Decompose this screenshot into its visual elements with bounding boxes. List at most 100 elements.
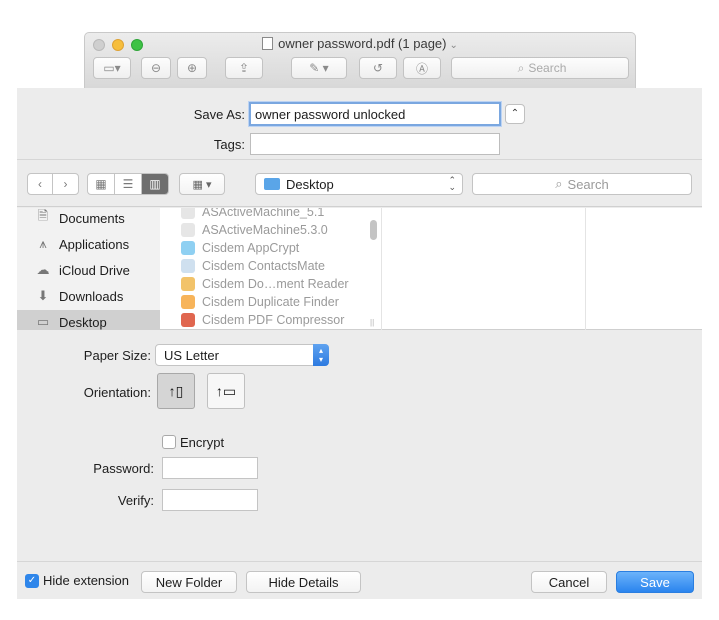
window-title-text: owner password.pdf (1 page) [278, 36, 447, 51]
cloud-icon: ☁ [36, 262, 50, 277]
save-sheet: Save As: owner password unlocked ⌃ Tags:… [17, 88, 702, 599]
back-button[interactable]: ‹ [28, 174, 53, 194]
browser-search-field[interactable]: ⌕ Search [472, 173, 692, 195]
file-name: Cisdem PDF Compressor [202, 313, 345, 327]
sidebar-item-documents[interactable]: 🗎 Documents [17, 208, 160, 230]
file-name: ASActiveMachine5.3.0 [202, 223, 328, 237]
column-view-button[interactable]: ▥ [142, 174, 168, 194]
markup-toolbar-button[interactable]: Ⓐ [403, 57, 441, 79]
sidebar-item-label: iCloud Drive [59, 262, 130, 278]
save-button[interactable]: Save [616, 571, 694, 593]
desktop-icon: ▭ [36, 314, 50, 329]
list-item[interactable]: ASActiveMachine_5.1 [181, 208, 324, 221]
sidebar-item-label: Applications [59, 236, 130, 252]
list-item[interactable]: ASActiveMachine5.3.0 [181, 221, 328, 239]
list-item[interactable]: Cisdem AppCrypt [181, 239, 299, 257]
tags-input[interactable] [250, 133, 500, 155]
list-item[interactable]: Cisdem ContactsMate [181, 257, 325, 275]
toolbar-search-placeholder: Search [528, 61, 567, 75]
sidebar-item-label: Desktop [59, 314, 107, 330]
app-icon [181, 277, 195, 291]
pdf-options: Paper Size: US Letter ▴ ▾ Orientation: ↑▯… [17, 331, 702, 561]
icon-view-button[interactable]: ▦ [88, 174, 115, 194]
encrypt-label: Encrypt [180, 435, 225, 450]
forward-button[interactable]: › [53, 174, 78, 194]
app-icon [181, 295, 195, 309]
download-icon: ⬇ [37, 288, 49, 303]
grid-group-icon: ▦ ▾ [192, 178, 212, 191]
paper-size-popup[interactable]: US Letter ▴ ▾ [155, 344, 329, 366]
bottom-bar: ✓ Hide extension New Folder Hide Details… [17, 561, 702, 599]
file-browser: 🗎 Documents ⩚ Applications ☁ iCloud Drive ⬇… [17, 208, 702, 330]
chevron-up-icon: ⌃ [510, 108, 520, 119]
portrait-icon: ↑▯ [168, 382, 184, 399]
window-title[interactable]: owner password.pdf (1 page) ⌄ [85, 36, 635, 51]
paper-size-value: US Letter [164, 347, 219, 363]
orientation-label: Orientation: [83, 385, 151, 400]
sidebar-item-label: Documents [59, 210, 125, 226]
empty-column [383, 208, 586, 330]
zoom-in-button[interactable]: ⊕ [177, 57, 207, 79]
encrypt-checkbox[interactable] [162, 435, 176, 449]
folder-icon [264, 178, 280, 190]
navigation-bar: ‹ › ▦ ☰ ▥ ▦ ▾ Desktop ⌃ ⌄ ⌕ Search [17, 161, 702, 207]
app-icon [181, 259, 195, 273]
file-name: Cisdem Do…ment Reader [202, 277, 349, 291]
view-mode-control: ▦ ☰ ▥ [87, 173, 169, 195]
list-item[interactable]: Cisdem PDF Compressor [181, 311, 344, 329]
file-name: Cisdem Duplicate Finder [202, 295, 339, 309]
hide-details-button[interactable]: Hide Details [246, 571, 361, 593]
document-icon: 🗎 [37, 208, 49, 223]
toolbar-search-field[interactable]: ⌕ Search [451, 57, 629, 79]
app-icon [181, 223, 195, 237]
markup-pen-button[interactable]: ✎ ▾ [291, 57, 347, 79]
search-icon: ⌕ [555, 176, 563, 191]
list-icon: ☰ [122, 177, 134, 191]
password-field[interactable] [162, 457, 258, 479]
sidebar-item-applications[interactable]: ⩚ Applications [17, 232, 160, 256]
save-as-label: Save As: [193, 107, 245, 122]
app-icon [181, 208, 195, 219]
sidebar-item-label: Downloads [59, 288, 124, 304]
landscape-icon: ↑▭ [215, 382, 237, 399]
search-icon: ⌕ [517, 60, 525, 75]
landscape-orientation-button[interactable]: ↑▭ [207, 373, 245, 409]
hide-extension-checkbox[interactable]: ✓ [25, 574, 39, 588]
back-forward-buttons: ‹ › [27, 173, 79, 195]
sidebar-toggle-button[interactable]: ▭▾ [93, 57, 131, 79]
new-folder-button[interactable]: New Folder [141, 571, 237, 593]
sidebar-item-desktop[interactable]: ▭ Desktop [17, 310, 160, 330]
sidebar: 🗎 Documents ⩚ Applications ☁ iCloud Drive ⬇… [17, 208, 160, 330]
updown-arrows-icon: ▴ ▾ [313, 344, 329, 366]
verify-label: Verify: [117, 493, 154, 508]
file-name: ASActiveMachine_5.1 [202, 208, 325, 219]
chevron-left-icon: ‹ [38, 177, 42, 191]
sidebar-item-icloud-drive[interactable]: ☁ iCloud Drive [17, 258, 160, 282]
browser-search-placeholder: Search [567, 176, 609, 192]
tags-label: Tags: [213, 137, 245, 152]
columns-icon: ▥ [149, 177, 161, 191]
list-item[interactable]: Cisdem Duplicate Finder [181, 293, 339, 311]
verify-field[interactable] [162, 489, 258, 511]
applications-icon: ⩚ [39, 236, 47, 251]
list-view-button[interactable]: ☰ [115, 174, 142, 194]
group-by-button[interactable]: ▦ ▾ [179, 173, 225, 195]
file-column-scrollbar[interactable] [370, 220, 377, 240]
list-item[interactable]: Cisdem Do…ment Reader [181, 275, 349, 293]
sidebar-item-downloads[interactable]: ⬇ Downloads [17, 284, 160, 308]
zoom-out-button[interactable]: ⊖ [141, 57, 171, 79]
updown-arrows-icon: ⌃ ⌄ [448, 175, 456, 192]
location-popup[interactable]: Desktop ⌃ ⌄ [255, 173, 463, 195]
rotate-button[interactable]: ↺ [359, 57, 397, 79]
cancel-button[interactable]: Cancel [531, 571, 607, 593]
column-resize-handle[interactable]: || [370, 318, 374, 327]
portrait-orientation-button[interactable]: ↑▯ [157, 373, 195, 409]
share-button[interactable]: ⇪ [225, 57, 263, 79]
collapse-browser-button[interactable]: ⌃ [505, 104, 525, 124]
hide-extension-label: Hide extension [43, 573, 129, 588]
file-name: Cisdem ContactsMate [202, 259, 325, 273]
save-as-input[interactable]: owner password unlocked [249, 102, 501, 126]
window-titlebar: owner password.pdf (1 page) ⌄ ▭▾ ⊖ ⊕ ⇪ ✎ … [84, 32, 636, 88]
pdf-document-icon [262, 37, 274, 50]
chevron-down-icon: ⌄ [449, 40, 458, 51]
